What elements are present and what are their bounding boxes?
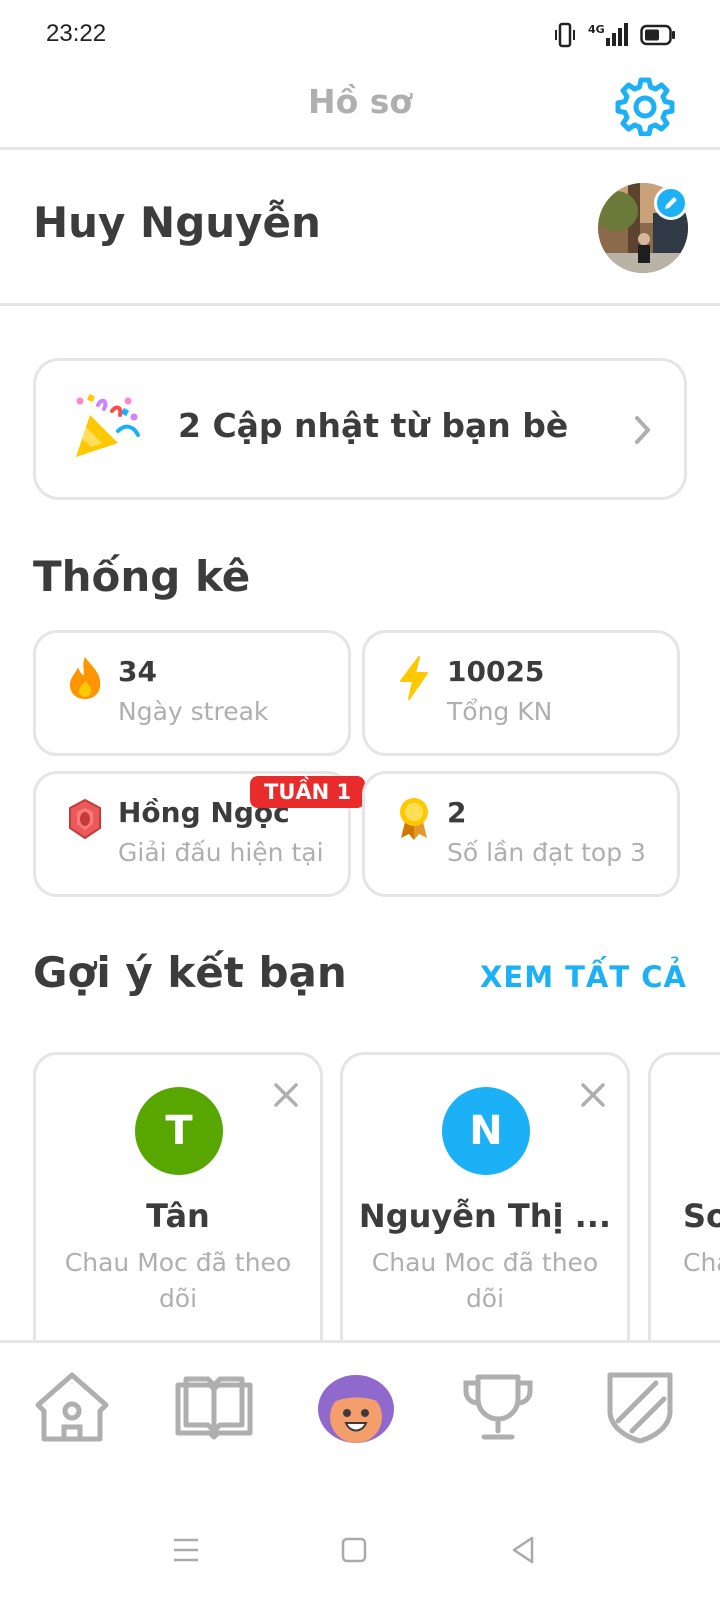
stat-label: Giải đấu hiện tại [118,838,324,867]
suggestion-card[interactable]: T Tân Chau Moc đã theo dõi [33,1052,323,1342]
stat-label: Tổng KN [447,697,553,726]
home-square-icon [341,1537,367,1563]
friend-updates-card[interactable]: 2 Cập nhật từ bạn bè [33,358,687,500]
suggestion-subtitle: Chau Moc đã theo dõi [64,1248,292,1313]
stat-value: 2 [447,796,467,829]
medal-icon [400,798,428,840]
league-week-badge: TUẦN 1 [250,776,366,808]
system-back-button[interactable] [504,1530,544,1570]
see-all-link[interactable]: XEM TẤT CẢ [480,960,687,994]
menu-icon [174,1538,198,1562]
status-icons: 4G [554,22,676,48]
suggestions-title: Gợi ý kết bạn [33,948,347,997]
nav-learn[interactable] [172,1365,256,1449]
flame-icon [70,657,101,699]
stat-value: 10025 [447,655,545,688]
book-icon [175,1376,253,1440]
chevron-right-icon [635,416,650,444]
nav-home[interactable] [30,1365,114,1449]
stat-card-streak[interactable]: 34 Ngày streak [33,630,351,756]
suggestions-carousel[interactable]: T Tân Chau Moc đã theo dõi N Nguyễn Thị … [0,1052,720,1342]
suggestion-avatar: N [442,1087,530,1175]
svg-text:4G: 4G [588,23,605,36]
ruby-league-icon [69,798,101,840]
edit-avatar-button[interactable] [654,186,688,220]
profile-name: Huy Nguyễn [33,198,321,247]
suggestion-subtitle: Chau Moc đã theo dõi [371,1248,599,1313]
suggestion-avatar: T [135,1087,223,1175]
bottom-nav [0,1340,720,1476]
party-popper-icon [76,394,140,457]
close-icon[interactable] [270,1079,302,1111]
back-triangle-icon [512,1536,534,1564]
lightning-icon [400,656,428,700]
suggestion-card[interactable]: N Nguyễn Thị ... Chau Moc đã theo dõi [340,1052,630,1342]
settings-button[interactable] [614,74,676,137]
trophy-icon [463,1374,533,1440]
vibrate-icon [555,22,575,48]
stat-card-xp[interactable]: 10025 Tổng KN [362,630,680,756]
status-time: 23:22 [46,20,107,47]
suggestion-subtitle: Cha [683,1248,720,1277]
pencil-icon [665,197,677,209]
system-menu-button[interactable] [166,1530,206,1570]
system-nav-bar [0,1500,720,1600]
signal-4g-icon: 4G [588,23,628,46]
battery-icon [640,24,675,46]
home-icon [35,1372,109,1442]
friend-updates-label: 2 Cập nhật từ bạn bè [178,406,569,445]
suggestion-card[interactable]: So Cha [648,1052,720,1342]
gear-icon [615,77,675,137]
suggestion-name: Tân [146,1197,210,1235]
status-bar: 23:22 4G [0,0,720,70]
stat-label: Số lần đạt top 3 [447,838,646,867]
system-home-button[interactable] [334,1530,374,1570]
nav-leaderboard[interactable] [456,1365,540,1449]
stat-card-top3[interactable]: 2 Số lần đạt top 3 [362,771,680,897]
stat-label: Ngày streak [118,697,269,726]
nav-shield[interactable] [598,1365,682,1449]
page-title: Hồ sơ [307,82,413,121]
app-header: Hồ sơ [0,70,720,150]
stats-title: Thống kê [33,552,251,601]
nav-profile[interactable] [314,1365,398,1449]
suggestion-name: So [683,1197,720,1235]
profile-row: Huy Nguyễn [0,150,720,306]
close-icon[interactable] [577,1079,609,1111]
suggestion-name: Nguyễn Thị ... [358,1197,612,1235]
shield-icon [607,1372,673,1444]
profile-character-icon [318,1375,394,1443]
stat-value: 34 [118,655,157,688]
